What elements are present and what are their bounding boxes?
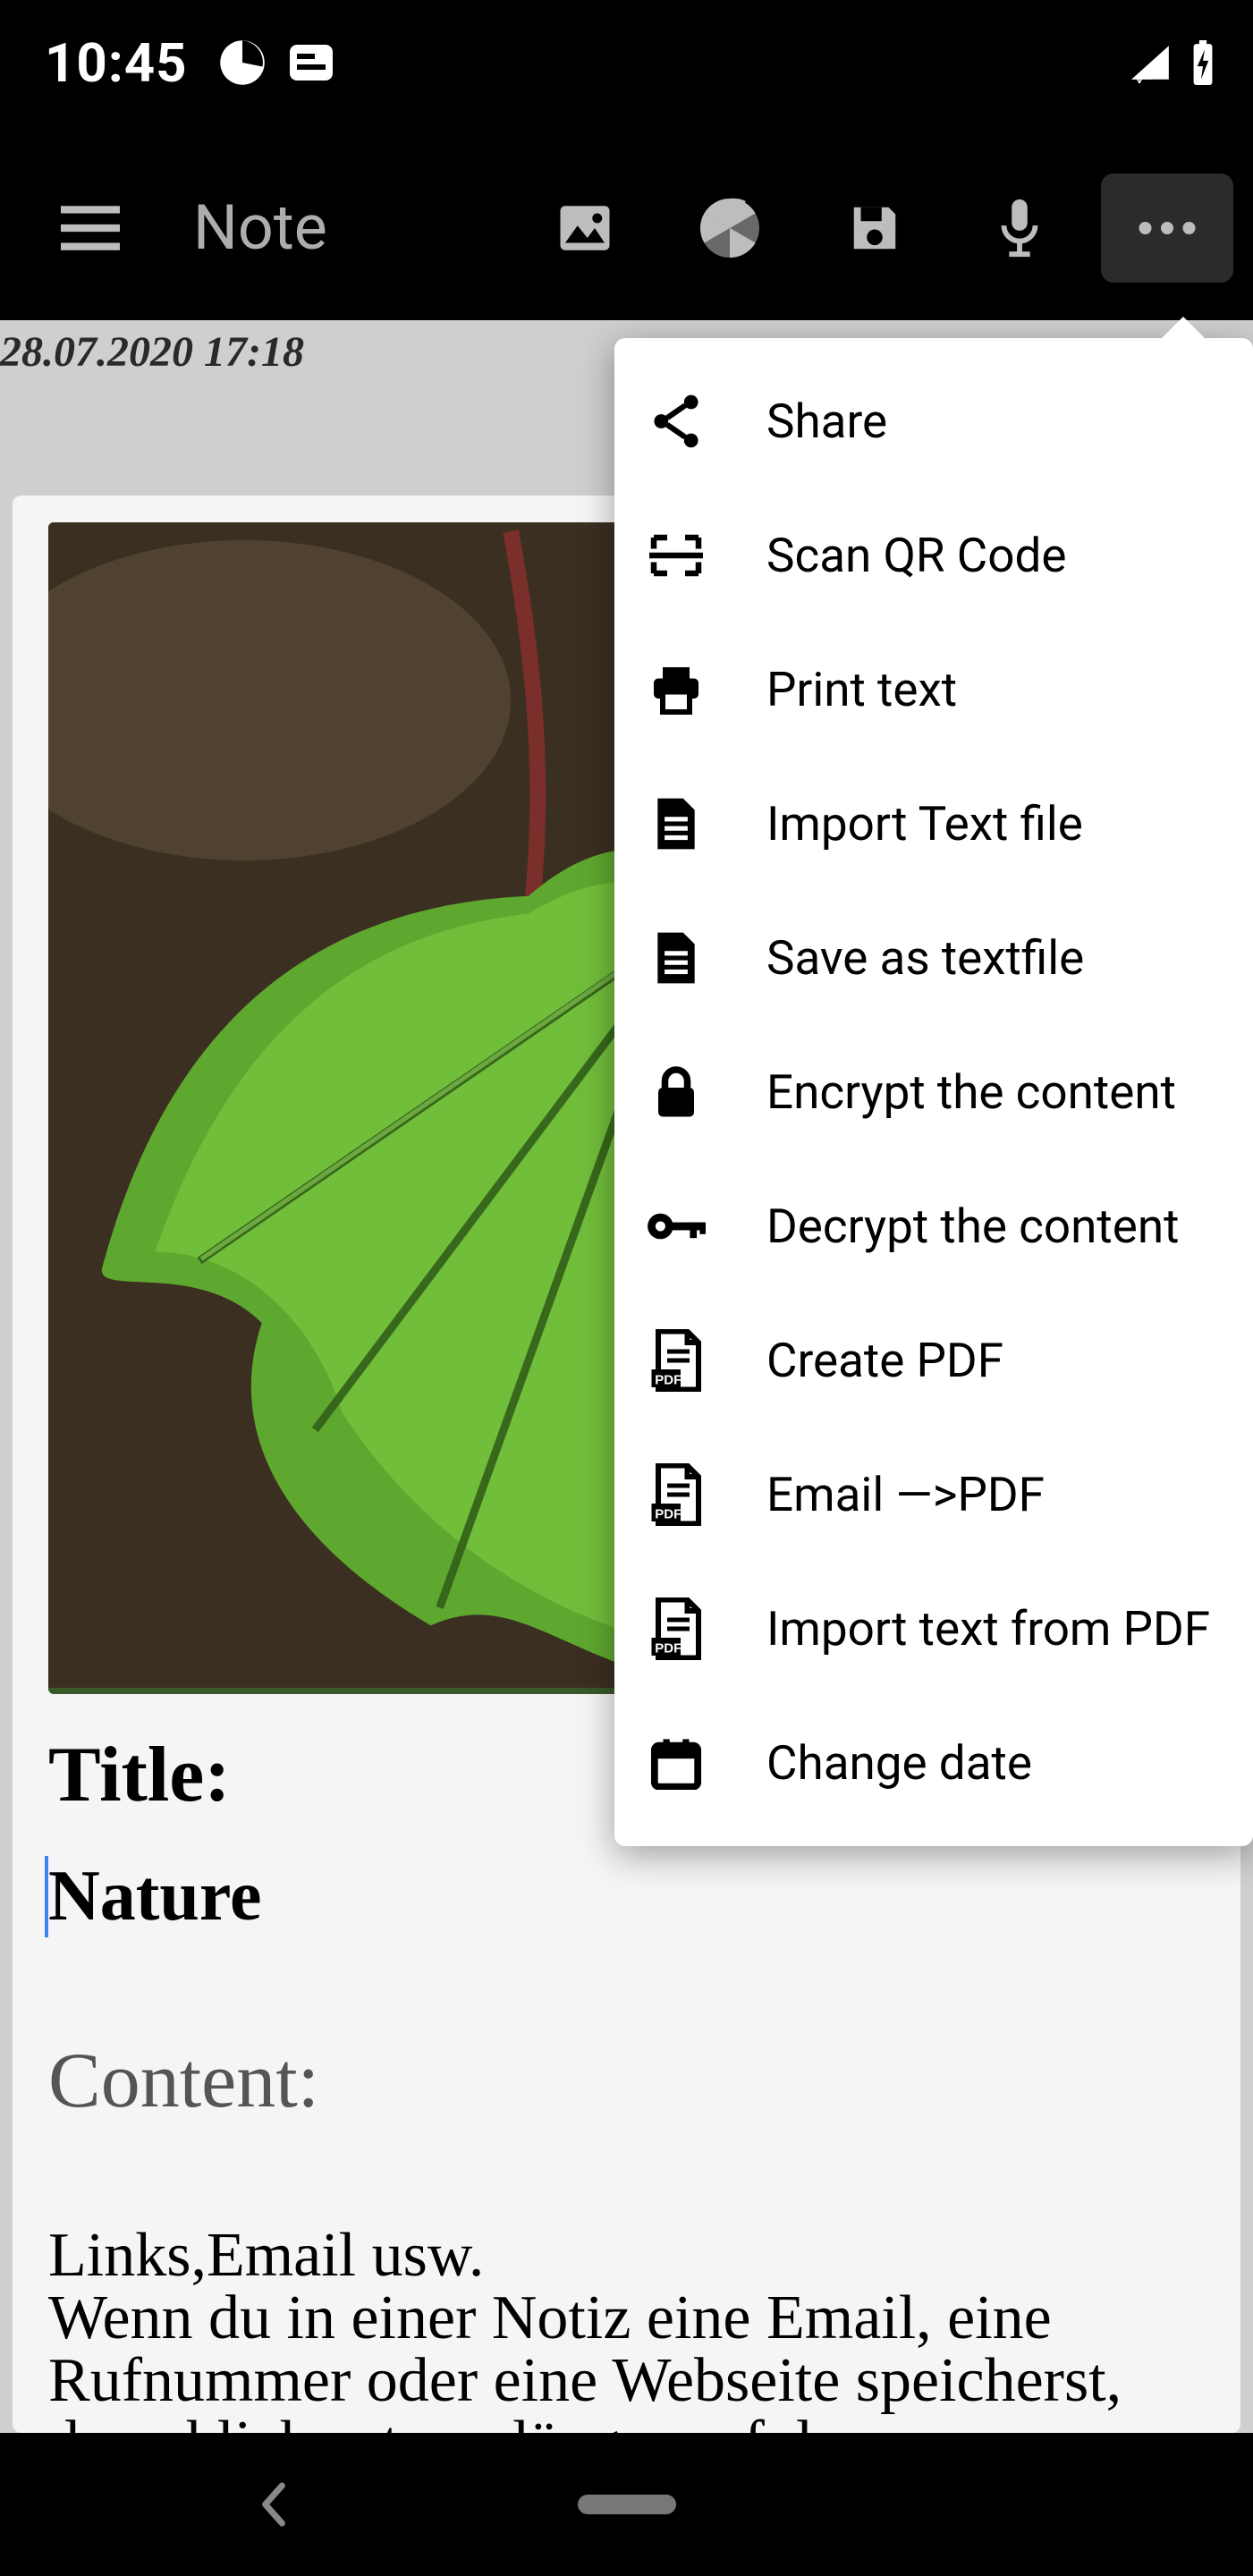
status-left-icons <box>218 38 333 87</box>
system-nav-bar <box>0 2433 1253 2576</box>
note-date: 28.07.2020 17:18 <box>0 327 304 377</box>
share-icon <box>647 392 706 451</box>
news-badge-icon <box>290 45 333 80</box>
menu-item-label: Import Text file <box>766 796 1083 852</box>
signal-icon: x <box>1128 42 1173 83</box>
file-import-icon <box>647 794 706 853</box>
menu-item-label: Share <box>766 394 887 449</box>
pdf-icon: PDF <box>647 1599 706 1658</box>
chevron-left-icon <box>256 2479 292 2529</box>
menu-item-encrypt[interactable]: Encrypt the content <box>614 1025 1253 1159</box>
menu-item-import-text[interactable]: Import Text file <box>614 757 1253 891</box>
menu-item-scan-qr[interactable]: Scan QR Code <box>614 488 1253 623</box>
svg-text:x: x <box>1135 72 1143 83</box>
more-button[interactable] <box>1101 174 1233 283</box>
camera-button[interactable] <box>657 156 802 301</box>
menu-item-print[interactable]: Print text <box>614 623 1253 757</box>
menu-item-label: Decrypt the content <box>766 1199 1179 1254</box>
hamburger-icon <box>61 206 120 250</box>
lock-icon <box>647 1063 706 1122</box>
home-handle[interactable] <box>578 2495 676 2514</box>
menu-item-change-date[interactable]: Change date <box>614 1696 1253 1830</box>
status-time: 10:45 <box>45 31 188 95</box>
note-body-line: Links,Email usw. <box>48 2224 1205 2287</box>
svg-text:PDF: PDF <box>655 1506 682 1521</box>
menu-item-create-pdf[interactable]: PDF Create PDF <box>614 1293 1253 1428</box>
back-button[interactable] <box>256 2479 292 2529</box>
menu-item-label: Encrypt the content <box>766 1064 1176 1120</box>
menu-item-label: Save as textfile <box>766 930 1084 986</box>
status-right-icons: x <box>1128 40 1217 85</box>
menu-item-share[interactable]: Share <box>614 354 1253 488</box>
menu-item-decrypt[interactable]: Decrypt the content <box>614 1159 1253 1293</box>
save-button[interactable] <box>802 156 947 301</box>
mic-button[interactable] <box>947 156 1092 301</box>
menu-item-label: Email —>PDF <box>766 1467 1045 1522</box>
more-horizontal-icon <box>1136 221 1198 235</box>
aperture-icon <box>698 196 762 260</box>
title-value: Nature <box>48 1857 261 1936</box>
status-bar: 10:45 x <box>0 0 1253 125</box>
print-icon <box>647 660 706 719</box>
calendar-icon <box>647 1733 706 1792</box>
key-icon <box>647 1197 706 1256</box>
title-input[interactable]: Nature <box>48 1856 261 1937</box>
file-save-icon <box>647 928 706 987</box>
image-icon <box>555 199 614 258</box>
floppy-icon <box>847 200 902 256</box>
note-body[interactable]: Links,Email usw. Wenn du in einer Notiz … <box>48 2224 1205 2433</box>
menu-item-import-pdf[interactable]: PDF Import text from PDF <box>614 1562 1253 1696</box>
app-title: Note <box>193 191 327 265</box>
pdf-icon: PDF <box>647 1331 706 1390</box>
menu-item-label: Create PDF <box>766 1333 1003 1388</box>
menu-button[interactable] <box>32 170 148 286</box>
overflow-menu: Share Scan QR Code Print text Import Tex… <box>614 338 1253 1846</box>
app-bar: Note <box>0 136 1253 320</box>
menu-item-label: Print text <box>766 662 957 717</box>
menu-item-label: Change date <box>766 1735 1032 1791</box>
battery-charging-icon <box>1189 40 1217 85</box>
menu-item-save-text[interactable]: Save as textfile <box>614 891 1253 1025</box>
svg-text:PDF: PDF <box>655 1372 682 1387</box>
qr-icon <box>647 526 706 585</box>
text-cursor-icon <box>45 1856 48 1937</box>
mic-icon <box>997 197 1042 259</box>
menu-item-label: Scan QR Code <box>766 528 1066 583</box>
pdf-icon: PDF <box>647 1465 706 1524</box>
menu-item-label: Import text from PDF <box>766 1601 1210 1657</box>
content-label: Content: <box>48 2036 1205 2126</box>
note-body-line: Wenn du in einer Notiz eine Email, eine … <box>48 2287 1205 2433</box>
insert-image-button[interactable] <box>512 156 657 301</box>
menu-item-email-pdf[interactable]: PDF Email —>PDF <box>614 1428 1253 1562</box>
svg-text:PDF: PDF <box>655 1640 682 1656</box>
data-saver-icon <box>218 38 267 87</box>
